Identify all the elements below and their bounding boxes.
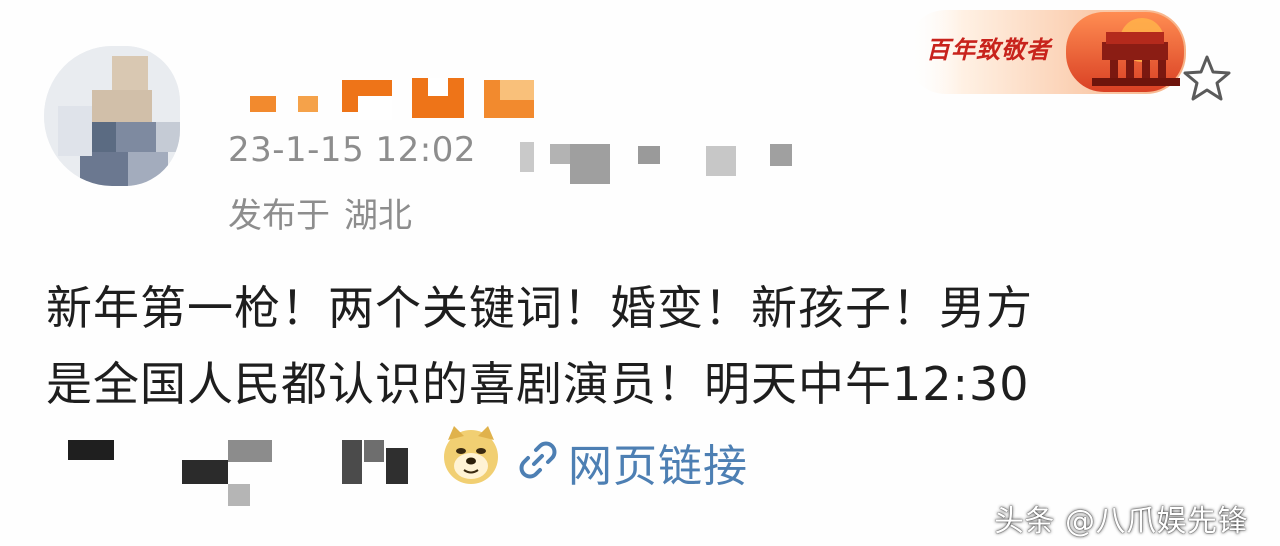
watermark: 头条 @八爪娱先锋 [994,504,1249,539]
location-prefix: 发布于 [228,196,330,236]
weibo-post-card: 23-1-15 12:02 发布于 湖北 百年致敬者 新年第一枪！两个关键词！婚… [0,0,1280,546]
web-link[interactable]: 网页链接 [568,430,748,494]
avatar[interactable] [44,46,180,186]
post-content: 新年第一枪！两个关键词！婚变！新孩子！男方 是全国人民都认识的喜剧演员！明天中午… [46,270,1246,422]
post-location: 发布于 湖北 [228,188,412,237]
source-pixelated [520,138,820,188]
badge-label: 百年致敬者 [926,35,1051,64]
doge-emoji-icon [444,426,498,484]
post-timestamp: 23-1-15 12:02 [228,130,476,170]
star-icon[interactable] [1182,54,1232,104]
content-line: 是全国人民都认识的喜剧演员！明天中午12:30 [46,357,1030,411]
location-name: 湖北 [344,196,412,236]
content-line: 新年第一枪！两个关键词！婚变！新孩子！男方 [46,281,1033,335]
link-icon[interactable] [514,436,562,484]
username-pixelated[interactable] [250,76,550,120]
